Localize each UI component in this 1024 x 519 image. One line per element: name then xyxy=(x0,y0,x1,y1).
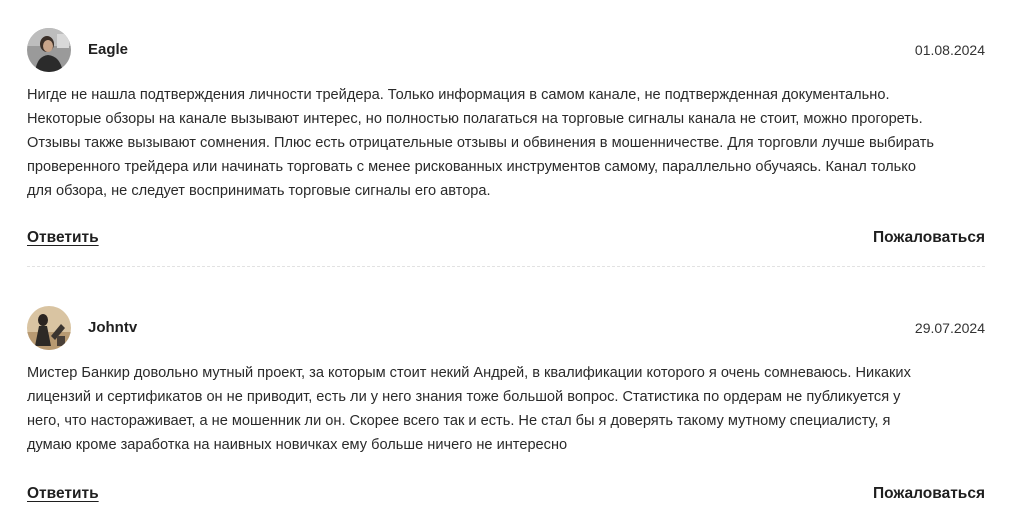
comment-text-line: лицензий и сертификатов он не приводит, … xyxy=(27,389,901,405)
comment-header: Johntv 29.07.2024 xyxy=(27,306,985,354)
comment-divider xyxy=(27,266,985,267)
comment-text: Мистер Банкир довольно мутный проект, за… xyxy=(27,361,911,457)
author-name: Eagle xyxy=(88,41,129,58)
reply-button[interactable]: Ответить xyxy=(27,229,99,247)
avatar xyxy=(27,28,71,72)
comment-text-line: для обзора, не следует воспринимать торг… xyxy=(27,183,491,199)
comment-date: 01.08.2024 xyxy=(914,42,985,58)
complain-button[interactable]: Пожаловаться xyxy=(873,229,985,247)
comment-header: Eagle 01.08.2024 xyxy=(27,28,985,76)
comment-text-line: думаю кроме заработка на наивных новичка… xyxy=(27,437,568,453)
comment-text-line: Нигде не нашла подтверждения личности тр… xyxy=(27,87,890,103)
comment-text-line: него, что настораживает, а не мошенник л… xyxy=(27,413,891,429)
comment-card: Eagle 01.08.2024 Нигде не нашла подтверж… xyxy=(27,28,985,246)
comment-date: 29.07.2024 xyxy=(914,320,985,336)
avatar xyxy=(27,306,71,350)
reply-button[interactable]: Ответить xyxy=(27,485,99,503)
author-name: Johntv xyxy=(88,319,138,336)
comment-text: Нигде не нашла подтверждения личности тр… xyxy=(27,83,934,203)
comment-text-line: Отзывы также вызывают сомнения. Плюс ест… xyxy=(27,135,934,151)
comment-text-line: Некоторые обзоры на канале вызывают инте… xyxy=(27,111,923,127)
comment-card: Johntv 29.07.2024 Мистер Банкир довольно… xyxy=(27,306,985,502)
comment-text-line: проверенного трейдера или начинать торго… xyxy=(27,159,916,175)
comment-text-line: Мистер Банкир довольно мутный проект, за… xyxy=(27,365,911,381)
complain-button[interactable]: Пожаловаться xyxy=(873,485,985,503)
